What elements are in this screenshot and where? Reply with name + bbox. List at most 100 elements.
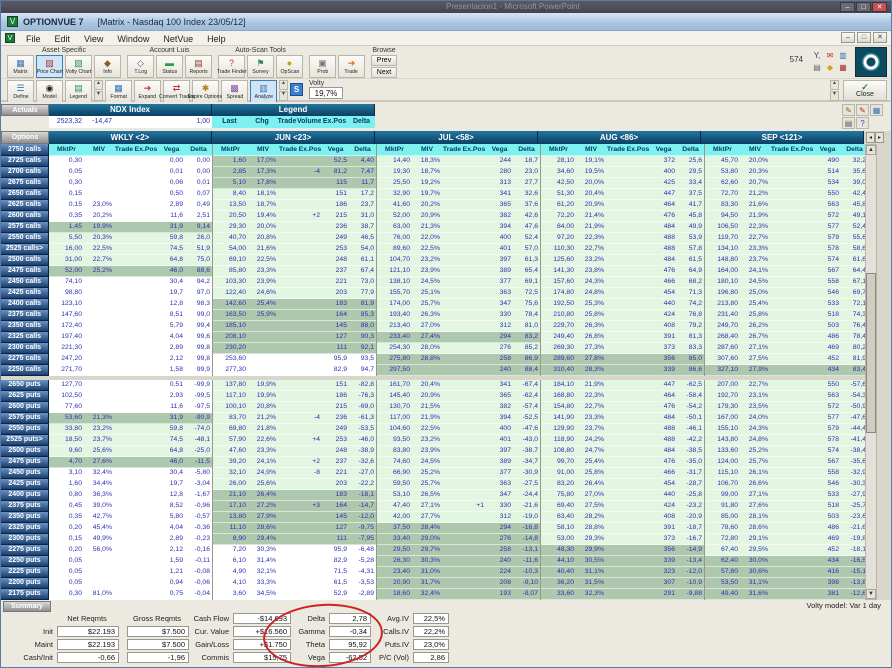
cell[interactable]: 0,50: [158, 189, 185, 200]
cell[interactable]: [84, 277, 114, 288]
cell[interactable]: [770, 321, 790, 332]
cell[interactable]: 22,7%: [740, 233, 770, 244]
cell[interactable]: 115,10: [705, 468, 740, 479]
cell[interactable]: 117,10: [213, 391, 248, 402]
cell[interactable]: 32,4%: [84, 468, 114, 479]
cell[interactable]: [114, 435, 134, 446]
cell[interactable]: 141,90: [541, 413, 576, 424]
cell[interactable]: 29,5%: [740, 545, 770, 556]
cell[interactable]: -19,8: [841, 534, 868, 545]
cell[interactable]: 20,9%: [576, 200, 606, 211]
cell[interactable]: 99,8: [185, 354, 212, 365]
cell[interactable]: [442, 490, 462, 501]
cell[interactable]: 2,12: [158, 354, 185, 365]
cell[interactable]: 486: [814, 523, 841, 534]
cell[interactable]: [278, 255, 298, 266]
col-header-miv[interactable]: MIV: [248, 144, 278, 156]
cell[interactable]: [462, 545, 486, 556]
cell[interactable]: [462, 413, 486, 424]
cell[interactable]: 32,10: [213, 468, 248, 479]
cell[interactable]: 20,3%: [740, 167, 770, 178]
cell[interactable]: [606, 233, 626, 244]
cell[interactable]: 221,30: [49, 343, 84, 354]
analyze-button[interactable]: ▥Analyze: [250, 80, 277, 103]
cell[interactable]: 26,5%: [412, 490, 442, 501]
cell[interactable]: 503: [814, 321, 841, 332]
cell[interactable]: 14,40: [377, 156, 412, 167]
cell[interactable]: 53,60: [49, 413, 84, 424]
cell[interactable]: -6,48: [349, 545, 376, 556]
cell[interactable]: -0,04: [185, 589, 212, 600]
cell[interactable]: [606, 288, 626, 299]
cell[interactable]: 558: [814, 468, 841, 479]
cell[interactable]: 23,3%: [248, 446, 278, 457]
cell[interactable]: [606, 244, 626, 255]
cell[interactable]: 46,0: [158, 457, 185, 468]
row-label[interactable]: 2450 puts: [1, 468, 49, 479]
cell[interactable]: 77,9: [349, 288, 376, 299]
cell[interactable]: 21,9%: [576, 222, 606, 233]
cell[interactable]: -48,1: [185, 435, 212, 446]
cell[interactable]: 21,10: [213, 490, 248, 501]
cell[interactable]: 186: [322, 200, 349, 211]
cell[interactable]: -16,5: [841, 556, 868, 567]
cell[interactable]: 180,10: [705, 277, 740, 288]
cell[interactable]: [790, 167, 814, 178]
cell[interactable]: [442, 424, 462, 435]
book-icon[interactable]: ▦: [837, 63, 849, 74]
cell[interactable]: [114, 167, 134, 178]
row-label[interactable]: 2450 calls: [1, 277, 49, 288]
cell[interactable]: 0,49: [185, 200, 212, 211]
cell[interactable]: 440: [650, 490, 677, 501]
cell[interactable]: -0,57: [185, 512, 212, 523]
cell[interactable]: 125,60: [541, 255, 576, 266]
cell[interactable]: 111: [322, 534, 349, 545]
cell[interactable]: 19,9%: [248, 391, 278, 402]
cell[interactable]: 63,00: [377, 222, 412, 233]
cell[interactable]: [134, 380, 158, 391]
cell[interactable]: 97,0: [185, 288, 212, 299]
cell[interactable]: 11,6: [158, 211, 185, 222]
cell[interactable]: 23,7%: [84, 435, 114, 446]
col-header-mktpr[interactable]: MktPr: [49, 144, 84, 156]
cell[interactable]: 287,60: [705, 343, 740, 354]
cell[interactable]: 23,9%: [248, 277, 278, 288]
cell[interactable]: [134, 578, 158, 589]
hscroll-right-icon[interactable]: ▸: [875, 132, 884, 143]
cell[interactable]: 25,7%: [412, 299, 442, 310]
cell[interactable]: 145,40: [377, 391, 412, 402]
row-label-2750-calls[interactable]: 2750 calls: [1, 144, 49, 156]
mini-spinner[interactable]: ▲▼: [94, 80, 103, 101]
cell[interactable]: [626, 167, 650, 178]
cell[interactable]: [114, 479, 134, 490]
cell[interactable]: 398: [814, 578, 841, 589]
cell[interactable]: 330: [486, 310, 513, 321]
cell[interactable]: [462, 490, 486, 501]
cell[interactable]: [790, 556, 814, 567]
cell[interactable]: 466: [650, 277, 677, 288]
cell[interactable]: 69,7: [841, 288, 868, 299]
cell[interactable]: [134, 512, 158, 523]
cell[interactable]: [770, 512, 790, 523]
row-label[interactable]: 2250 puts: [1, 556, 49, 567]
cell[interactable]: 0,15: [49, 534, 84, 545]
cell[interactable]: [770, 523, 790, 534]
cell[interactable]: 249: [322, 233, 349, 244]
cell[interactable]: 46,5: [349, 233, 376, 244]
cell[interactable]: 17,8%: [248, 178, 278, 189]
cell[interactable]: 31,0%: [412, 567, 442, 578]
cell[interactable]: 27,5%: [740, 354, 770, 365]
cell[interactable]: 253,60: [213, 354, 248, 365]
cell[interactable]: 389: [486, 266, 513, 277]
cell[interactable]: 72,1: [841, 299, 868, 310]
cell[interactable]: -14,8: [513, 534, 540, 545]
cell[interactable]: [462, 479, 486, 490]
col-header-ex-pos[interactable]: Ex.Pos: [790, 144, 814, 156]
alert-icon[interactable]: ◆: [824, 63, 836, 74]
col-header-mktpr[interactable]: MktPr: [213, 144, 248, 156]
cell[interactable]: 469: [814, 534, 841, 545]
row-label[interactable]: 2375 puts: [1, 501, 49, 512]
cell[interactable]: 32,1%: [248, 567, 278, 578]
cell[interactable]: -90,9: [185, 413, 212, 424]
cell[interactable]: 163,50: [213, 310, 248, 321]
